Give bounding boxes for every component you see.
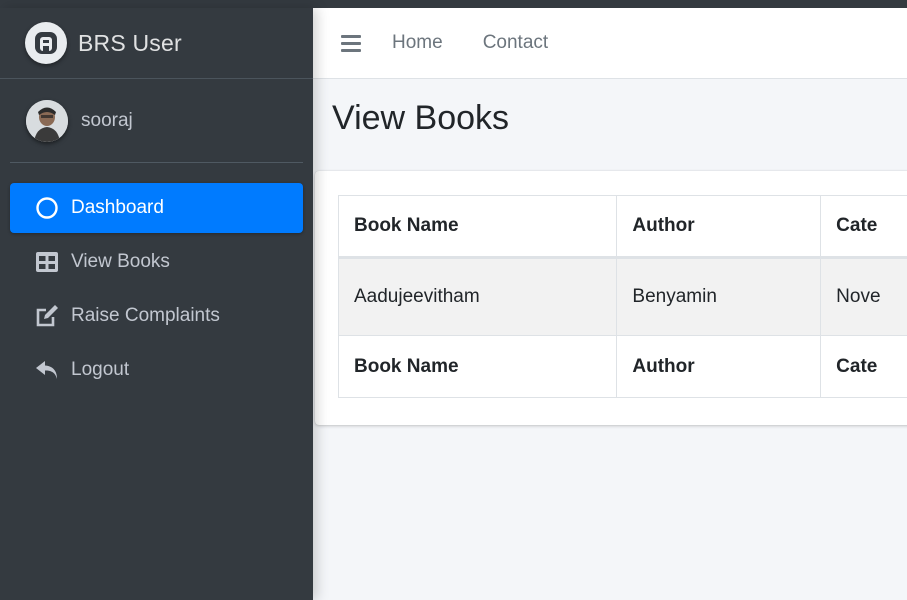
column-header[interactable]: Author <box>616 195 822 259</box>
sidebar: BRS User sooraj Dashboard View Books Rai… <box>0 8 313 600</box>
table-cell: Benyamin <box>616 257 822 336</box>
books-table: Book Name Author Cate Aadujeevitham Beny… <box>337 195 907 398</box>
brand-name: BRS User <box>78 29 182 56</box>
reply-icon <box>34 357 60 383</box>
sidebar-item-label: View Books <box>71 251 170 272</box>
edit-icon <box>34 303 60 329</box>
menu-toggle-icon[interactable] <box>341 34 361 52</box>
table-header-row: Book Name Author Cate <box>337 195 907 259</box>
nav-link-contact[interactable]: Contact <box>483 32 548 54</box>
nav-link-home[interactable]: Home <box>392 32 443 54</box>
avatar[interactable] <box>26 99 68 142</box>
sidebar-nav: Dashboard View Books Raise Complaints Lo… <box>0 183 313 395</box>
sidebar-item-logout[interactable]: Logout <box>10 345 303 395</box>
sidebar-item-view-books[interactable]: View Books <box>10 237 303 287</box>
brand-link[interactable]: BRS User <box>0 8 313 79</box>
content-header: View Books <box>313 79 907 169</box>
table-icon <box>34 249 60 275</box>
table-cell: Aadujeevitham <box>337 257 618 336</box>
page-title: View Books <box>332 99 510 137</box>
books-card: Book Name Author Cate Aadujeevitham Beny… <box>315 171 907 425</box>
column-header[interactable]: Book Name <box>337 195 618 259</box>
top-strip <box>0 0 907 8</box>
sidebar-item-label: Dashboard <box>71 197 164 218</box>
top-navbar: Home Contact <box>313 8 907 79</box>
table-row[interactable]: Aadujeevitham Benyamin Nove <box>337 257 907 336</box>
column-header[interactable]: Cate <box>820 195 907 259</box>
user-name[interactable]: sooraj <box>81 110 133 132</box>
table-cell: Nove <box>820 257 907 336</box>
column-footer: Author <box>616 335 822 398</box>
user-panel: sooraj <box>10 79 303 163</box>
sidebar-item-raise-complaints[interactable]: Raise Complaints <box>10 291 303 341</box>
sidebar-item-label: Raise Complaints <box>71 305 220 326</box>
column-footer: Book Name <box>337 335 618 398</box>
brand-logo-icon <box>25 22 67 64</box>
column-footer: Cate <box>820 335 907 398</box>
table-footer-row: Book Name Author Cate <box>337 335 907 398</box>
sidebar-item-dashboard[interactable]: Dashboard <box>10 183 303 233</box>
sidebar-item-label: Logout <box>71 359 130 380</box>
circle-icon <box>34 195 60 221</box>
